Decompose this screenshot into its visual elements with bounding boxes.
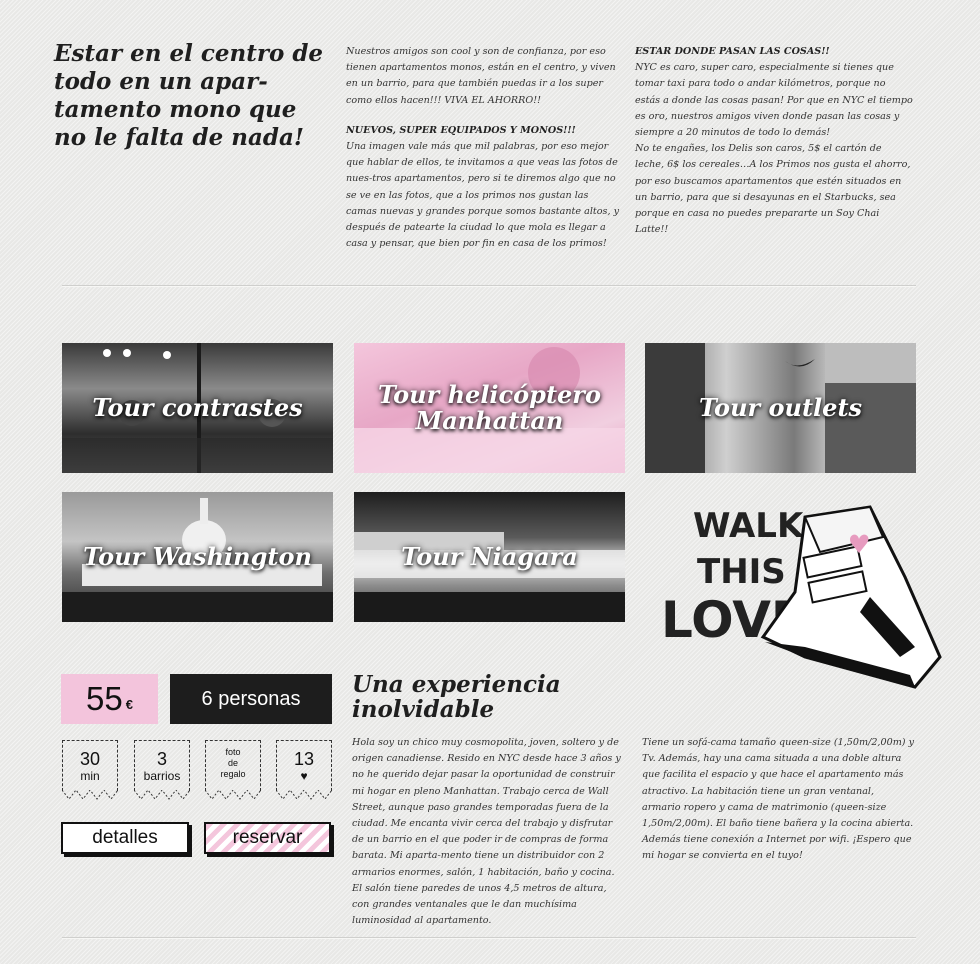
- badge-zigzag: [62, 790, 118, 800]
- price-value: 55: [86, 680, 123, 717]
- intro-paragraph: Una imagen vale más que mil palabras, po…: [346, 141, 619, 250]
- people-capacity: 6 personas: [170, 674, 332, 724]
- walk-this-love-artwork: WALK THIS LOVE: [655, 497, 945, 693]
- price-tag: 55 €: [61, 674, 158, 724]
- experience-paragraph: Tiene un sofá-cama tamaño queen-size (1,…: [642, 737, 914, 862]
- neighborhoods-badge: 3 barrios: [134, 740, 190, 800]
- tour-card-niagara[interactable]: Tour Niagara: [354, 492, 625, 622]
- duration-badge: 30 min: [62, 740, 118, 800]
- intro-subtitle: ESTAR DONDE PASAN LAS COSAS!!: [635, 46, 830, 57]
- experience-column-1: Hola soy un chico muy cosmopolita, joven…: [352, 735, 624, 929]
- badge-value: 13: [293, 749, 315, 769]
- badge-label: min: [80, 769, 100, 783]
- badge-zigzag: [205, 790, 261, 800]
- tour-label: Tour Niagara: [401, 542, 578, 571]
- intro-paragraph: Nuestros amigos son cool y son de confia…: [346, 46, 616, 106]
- intro-paragraph: NYC es caro, super caro, especialmente s…: [635, 62, 913, 139]
- badge-zigzag: [276, 790, 332, 800]
- section-divider: [62, 937, 916, 939]
- section-divider: [62, 285, 916, 287]
- badge-label: barrios: [143, 769, 181, 783]
- tour-label: Tour helicóptero Manhattan: [378, 380, 601, 435]
- badge-value: 30: [79, 749, 101, 769]
- intro-column-1: Nuestros amigos son cool y son de confia…: [346, 44, 621, 252]
- experience-paragraph: Hola soy un chico muy cosmopolita, joven…: [352, 737, 621, 927]
- gift-photo-badge: foto de regalo: [205, 740, 261, 800]
- heart-icon: ♥: [300, 769, 308, 783]
- tour-card-contrastes[interactable]: Tour contrastes: [62, 343, 333, 473]
- experience-title: Una experiencia inolvidable: [352, 671, 561, 723]
- page-headline: Estar en el centro de todo en un apar-ta…: [54, 40, 324, 151]
- badge-label: regalo: [220, 769, 246, 779]
- tour-label: Tour outlets: [698, 393, 863, 422]
- walk-art-line: WALK: [693, 506, 805, 546]
- walk-art-line: THIS: [697, 552, 786, 592]
- intro-paragraph: No te engañes, los Delis son caros, 5$ e…: [635, 143, 911, 236]
- badge-zigzag: [134, 790, 190, 800]
- experience-column-2: Tiene un sofá-cama tamaño queen-size (1,…: [642, 735, 914, 865]
- badge-value: 3: [156, 749, 167, 769]
- book-button[interactable]: reservar: [204, 822, 331, 854]
- badge-label: foto: [225, 747, 241, 757]
- intro-column-2: ESTAR DONDE PASAN LAS COSAS!! NYC es car…: [635, 44, 913, 238]
- badge-label: de: [227, 758, 238, 768]
- tour-label: Tour Washington: [83, 542, 312, 571]
- tour-card-helicoptero[interactable]: Tour helicóptero Manhattan: [354, 343, 625, 473]
- tour-card-washington[interactable]: Tour Washington: [62, 492, 333, 622]
- tour-card-outlets[interactable]: Tour outlets: [645, 343, 916, 473]
- details-button[interactable]: detalles: [61, 822, 189, 854]
- likes-badge: 13 ♥: [276, 740, 332, 800]
- currency-symbol: €: [125, 696, 133, 712]
- tour-label: Tour contrastes: [92, 393, 303, 422]
- sneaker-illustration: WALK THIS LOVE: [661, 505, 942, 689]
- intro-subtitle: NUEVOS, SUPER EQUIPADOS Y MONOS!!!: [346, 124, 576, 136]
